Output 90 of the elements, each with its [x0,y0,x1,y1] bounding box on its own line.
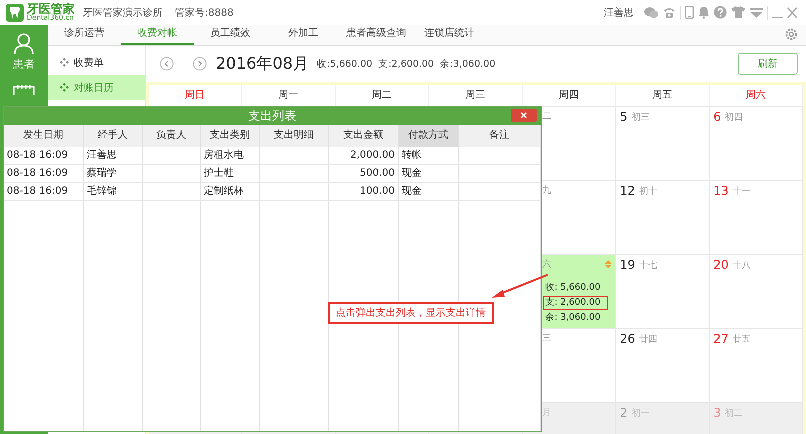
lunar-date: 三 [542,333,552,345]
shirt-icon[interactable] [731,6,746,19]
bell-icon[interactable] [698,6,710,19]
month-title: 2016年08月 [216,54,310,74]
table-cell: 08-18 16:09 [7,168,68,179]
help-icon[interactable] [714,6,727,19]
day-number: 12 [620,184,636,198]
calendar-day[interactable]: 20 十八 [710,255,803,329]
clinic-name: 牙医管家演示诊所 [83,6,163,20]
nav-tab[interactable]: 患者高级查询 [340,25,413,45]
day-number: 6 [714,110,722,124]
day-number: 19 [620,258,636,272]
menu-dropdown-icon[interactable] [750,6,763,18]
submenu-item[interactable]: 收费单 [48,50,145,75]
day-number: 3 [714,406,722,420]
day-number: 5 [620,110,628,124]
lunar-date: 十七 [639,260,658,272]
logo-name: 牙医管家 [27,3,75,15]
table-cell: 2,000.00 [350,150,395,161]
table-cell: 房租水电 [204,150,244,161]
table-cell: 08-18 16:09 [7,186,68,197]
close-icon[interactable] [511,109,537,122]
tooth-logo-icon [6,4,24,22]
lunar-date: 二 [542,111,552,123]
month-summary: 收:5,660.00 [317,58,373,70]
user-name: 汪善思 [604,6,634,20]
table-cell: 08-18 16:09 [7,150,68,161]
weekday-header: 周六 [710,85,803,107]
settings-icon[interactable] [785,28,798,41]
table-cell: 汪善思 [87,150,117,161]
previous-month-icon[interactable] [160,57,174,71]
lunar-date: 六 [542,258,552,271]
column-header[interactable]: 付款方式 [399,125,459,147]
day-number: 20 [714,258,729,272]
nav-tab[interactable]: 诊所运营 [48,25,121,45]
dialog-title: 支出列表 [248,108,296,124]
table-cell: 现金 [402,186,422,197]
chat-icon[interactable] [644,6,659,18]
calendar-day[interactable]: 19 十七 [616,255,710,329]
nav-tab[interactable]: 员工绩效 [194,25,267,45]
lunar-date: 初十 [639,186,658,198]
day-amount: 支: 2,600.00 [542,296,608,310]
month-summary: 余:3,060.00 [440,58,496,70]
nav-tab[interactable]: 连锁店统计 [413,25,486,45]
column-header[interactable]: 发生日期 [4,125,84,147]
calendar-day[interactable]: 13 十一 [710,181,803,255]
day-number: 13 [714,184,729,198]
callout-note: 点击弹出支出列表，显示支出详情 [328,302,494,324]
mobile-icon[interactable] [685,6,694,19]
calendar-icon[interactable] [13,84,35,96]
user-icon [14,33,34,55]
expand-icon[interactable] [604,260,614,269]
next-month-icon[interactable] [193,57,207,71]
day-number: 2 [620,406,628,420]
lunar-date: 初三 [632,112,650,124]
day-number: 27 [714,332,729,346]
phone-icon[interactable] [663,6,676,18]
lunar-date: 初四 [725,112,744,124]
lunar-date: 十八 [732,260,751,272]
lunar-date: 廿四 [639,334,658,346]
diamond-icon [60,83,69,92]
column-header[interactable]: 负责人 [143,125,201,147]
table-cell: 现金 [402,168,422,179]
nav-tab[interactable]: 外加工 [267,25,340,45]
table-cell: 转帐 [402,150,422,161]
lunar-date: 廿五 [732,334,751,346]
month-summary: 支:2,600.00 [378,58,434,70]
column-header[interactable]: 经手人 [84,125,143,147]
close-icon[interactable] [787,6,798,18]
calendar-day[interactable]: 12 初十 [616,181,710,255]
lunar-date: 九 [542,184,552,197]
lunar-date: 十一 [732,186,751,198]
table-cell: 毛锌锦 [87,186,117,197]
table-cell: 100.00 [360,186,395,197]
table-cell: 500.00 [360,168,395,179]
refresh-button[interactable]: 刷新 [738,53,798,75]
table-cell: 定制纸杯 [204,186,244,197]
table-cell: 蔡瑞学 [87,168,117,179]
column-header[interactable]: 备注 [459,125,541,147]
day-amount: 收: 5,660.00 [544,282,602,295]
account-number: 管家号:8888 [175,6,234,20]
table-cell: 护士鞋 [204,168,234,179]
calendar-day[interactable]: 6 初四 [710,107,803,181]
calendar-day[interactable]: 5 初三 [616,107,710,181]
weekday-header: 周五 [616,85,710,107]
day-number: 26 [620,332,636,346]
column-header[interactable]: 支出明细 [260,125,329,147]
diamond-icon [60,58,69,67]
day-amount: 余: 3,060.00 [544,312,602,325]
column-header[interactable]: 支出类别 [201,125,260,147]
